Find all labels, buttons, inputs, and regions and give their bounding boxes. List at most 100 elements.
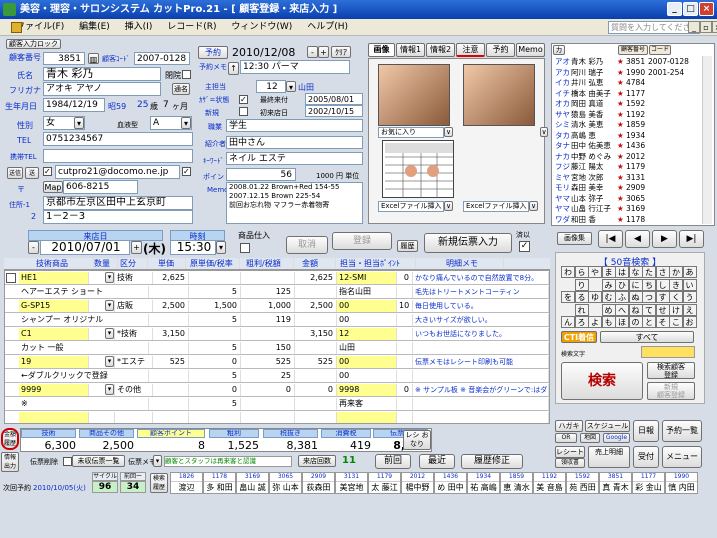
grid-amount[interactable]: 3,150 bbox=[295, 328, 337, 340]
chevron-down-icon[interactable]: ∨ bbox=[444, 127, 453, 137]
kana-key[interactable]: ろ bbox=[574, 316, 589, 328]
maximize-button[interactable]: □ bbox=[683, 2, 698, 16]
menu-window[interactable]: ウィンドウ(W) bbox=[231, 22, 292, 32]
search-history-button[interactable]: 検索 履歴 bbox=[150, 473, 168, 493]
recent-customer[interactable]: 3131 美宮地 bbox=[335, 472, 368, 494]
slip-grid[interactable]: HE11技術2,6252,62512-SMI0かなり痛んでいるので自然放置で8分… bbox=[4, 270, 550, 424]
grid-gross[interactable]: 0 bbox=[241, 384, 295, 396]
grid-amount[interactable]: 0 bbox=[295, 384, 337, 396]
grid-cost[interactable] bbox=[189, 412, 241, 423]
grid-c[interactable] bbox=[397, 286, 413, 298]
menu-edit[interactable]: 編集(E) bbox=[79, 22, 110, 32]
next-record-button[interactable]: ▶ bbox=[652, 230, 677, 248]
memo-area[interactable]: 2008.01.22 Brown+Red 154-55 2007.12.15 B… bbox=[226, 182, 363, 224]
new-checkbox[interactable] bbox=[239, 107, 248, 116]
memo-up-button[interactable]: ↑ bbox=[228, 62, 239, 75]
tab-caution[interactable]: 注意 bbox=[456, 43, 485, 57]
grid-c[interactable] bbox=[397, 370, 413, 382]
list-item[interactable]: モリ森田 美幸 ★ 2909 bbox=[555, 183, 700, 193]
reserve-list-button[interactable]: 予約一覧 bbox=[662, 420, 702, 442]
grid-staff[interactable]: 指名山田 bbox=[337, 286, 397, 298]
chevron-down-icon[interactable]: ∨ bbox=[540, 127, 548, 137]
grid-gross[interactable]: 150 bbox=[241, 342, 295, 354]
barcode-icon[interactable]: ▥ bbox=[88, 53, 99, 64]
grid-amount[interactable] bbox=[295, 286, 337, 298]
excel-insert-2[interactable]: Excelファイル挿入 bbox=[463, 201, 529, 212]
grid-staff[interactable]: 9998 bbox=[337, 384, 397, 396]
grid-c[interactable] bbox=[397, 314, 413, 326]
grid-cost[interactable]: 5 bbox=[189, 370, 241, 382]
kana-key[interactable]: れ bbox=[574, 303, 589, 316]
history-fix-button[interactable]: 履歴修正 bbox=[461, 454, 523, 469]
reserve-clear-button[interactable]: ｸﾘｱ bbox=[331, 46, 351, 58]
grid-c[interactable] bbox=[397, 328, 413, 340]
close-button[interactable]: × bbox=[699, 2, 714, 16]
kana-key[interactable]: の bbox=[628, 316, 643, 328]
recent-customer[interactable]: 1934 祐 高嶋 bbox=[467, 472, 500, 494]
chevron-down-icon[interactable]: ▾ bbox=[181, 117, 191, 129]
grid-cost[interactable] bbox=[189, 272, 241, 284]
kana-key[interactable]: ひ bbox=[615, 278, 629, 291]
recent-customer[interactable]: 2012 楊中野 bbox=[401, 472, 434, 494]
google-button[interactable]: Google bbox=[603, 433, 630, 443]
kana-key[interactable]: て bbox=[642, 303, 656, 316]
info-output-button[interactable]: 情報 出力 bbox=[1, 452, 19, 472]
recent-customer[interactable]: 1177 彩 金山 bbox=[632, 472, 665, 494]
grid-c[interactable] bbox=[397, 356, 413, 368]
help-search-input[interactable]: 質問を入力してください bbox=[608, 21, 700, 34]
chevron-down-icon[interactable]: ▾ bbox=[105, 356, 114, 367]
schedule-button[interactable]: スケジュール bbox=[585, 420, 630, 432]
kana-key[interactable]: ふ bbox=[615, 291, 629, 303]
tab-reserve[interactable]: 予約 bbox=[486, 43, 515, 57]
kana-key[interactable]: ゆ bbox=[588, 291, 602, 303]
nickname-button[interactable]: 通名 bbox=[172, 83, 190, 95]
grid-kind[interactable]: その他 bbox=[115, 384, 153, 396]
customer-code-field[interactable]: 2007-0128 bbox=[134, 52, 190, 65]
kana-key[interactable]: を bbox=[561, 291, 575, 303]
postcard-button[interactable]: ハガキ bbox=[555, 420, 583, 432]
recent-customer[interactable]: 3851 真 青木 bbox=[599, 472, 632, 494]
list-item[interactable]: イチ橋本 由美子 ★ 1177 bbox=[555, 89, 700, 99]
kana-key[interactable]: や bbox=[588, 266, 602, 278]
recent-customer[interactable]: 1990 慎 内田 bbox=[665, 472, 698, 494]
grid-kind[interactable]: *エステ bbox=[115, 356, 153, 368]
grid-price[interactable]: 3,150 bbox=[155, 328, 189, 340]
closed-checkbox[interactable] bbox=[182, 70, 191, 79]
grid-staff[interactable] bbox=[337, 412, 397, 423]
grid-amount[interactable] bbox=[295, 398, 337, 410]
slip-delete-checkbox[interactable] bbox=[63, 457, 72, 466]
minimize-button[interactable]: _ bbox=[667, 2, 682, 16]
chevron-down-icon[interactable]: ∨ bbox=[529, 201, 538, 211]
kana-key[interactable]: さ bbox=[655, 266, 670, 278]
list-item[interactable]: フジ藤江 陽太 ★ 1179 bbox=[555, 162, 700, 172]
customer-photo-1[interactable] bbox=[378, 64, 450, 126]
chevron-down-icon[interactable]: ∨ bbox=[444, 201, 453, 211]
grid-cost[interactable]: 5 bbox=[189, 398, 241, 410]
grid-c[interactable]: 10 bbox=[397, 300, 413, 312]
mdi-restore[interactable]: ▫ bbox=[700, 21, 712, 33]
kana-key[interactable]: ほ bbox=[615, 316, 629, 328]
grid-staff[interactable]: 12-SMI bbox=[337, 272, 397, 284]
visit-date-plus[interactable]: + bbox=[131, 241, 142, 254]
table-row[interactable] bbox=[5, 411, 549, 423]
grid-amount[interactable] bbox=[295, 412, 337, 423]
grid-cost[interactable]: 5 bbox=[189, 286, 241, 298]
recent-customer[interactable]: 1592 苑 西田 bbox=[566, 472, 599, 494]
grid-code[interactable]: カット 一般 bbox=[19, 342, 149, 354]
history-button[interactable]: 履歴 bbox=[397, 240, 418, 252]
grid-c[interactable] bbox=[397, 342, 413, 354]
grid-price[interactable]: 525 bbox=[155, 356, 189, 368]
recent-customer[interactable]: 3065 弥 山本 bbox=[269, 472, 302, 494]
kana-key[interactable]: み bbox=[601, 278, 616, 291]
kana-key[interactable]: な bbox=[628, 266, 643, 278]
kana-key[interactable]: ん bbox=[561, 316, 575, 328]
menu-help[interactable]: ヘルプ(H) bbox=[307, 22, 348, 32]
menu-insert[interactable]: 挿入(I) bbox=[125, 22, 153, 32]
recent-customer[interactable]: 2909 荻森田 bbox=[302, 472, 335, 494]
grid-gross[interactable]: 119 bbox=[241, 314, 295, 326]
grid-c[interactable]: 0 bbox=[397, 384, 413, 396]
list-item[interactable]: タナ田中 佑美恵 ★ 1436 bbox=[555, 141, 700, 151]
grid-staff[interactable]: 00 bbox=[337, 314, 397, 326]
image-collection-button[interactable]: 画像集 bbox=[557, 232, 592, 245]
customer-lock-button[interactable]: 顧客入力ロック bbox=[6, 39, 61, 49]
